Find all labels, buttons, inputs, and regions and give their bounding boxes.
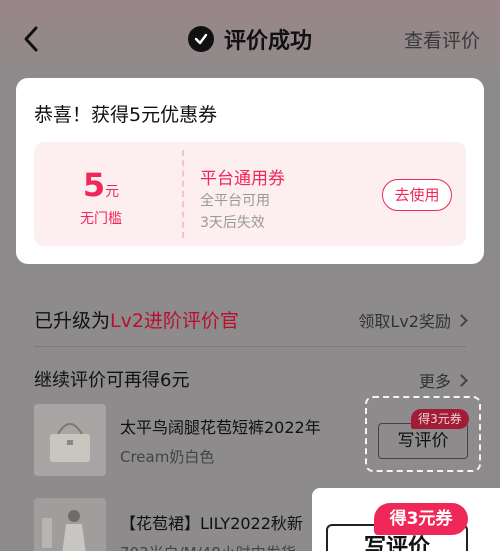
coupon-reward-badge: 得3元券 — [411, 409, 469, 429]
coupon-name: 平台通用券 — [200, 169, 285, 189]
coupon-reward-card: 恭喜！获得5元优惠券 5元 无门槛 平台通用券 全平台可用 3天后失效 去使用 — [16, 78, 484, 264]
product-thumbnail-dress[interactable] — [34, 498, 106, 551]
coupon-scope: 全平台可用 — [200, 193, 270, 209]
coupon-amount: 5元 — [34, 166, 168, 204]
coupon-amount-unit: 元 — [105, 184, 120, 200]
reviewer-level-text: 已升级为Lv2进阶评价官 — [34, 306, 239, 333]
more-label: 更多 — [418, 372, 451, 391]
page-title: 评价成功 — [224, 29, 313, 54]
continue-review-title: 继续评价可再得6元 — [34, 370, 190, 391]
product-spec: 703米白/M/48小时内发货 — [120, 542, 296, 551]
coupon-ticket: 5元 无门槛 平台通用券 全平台可用 3天后失效 去使用 — [34, 142, 466, 246]
section-divider — [34, 346, 466, 347]
top-navigation-bar: 评价成功 查看评价 — [0, 0, 500, 78]
check-circle-icon — [188, 26, 214, 52]
coupon-expiry: 3天后失效 — [200, 215, 265, 231]
coupon-reward-badge: 得3元券 — [374, 503, 468, 535]
level-name: Lv2进阶评价官 — [110, 310, 239, 332]
page-title-group: 评价成功 — [188, 24, 312, 54]
claim-reward-label: 领取Lv2奖励 — [358, 312, 451, 331]
view-review-link[interactable]: 查看评价 — [404, 26, 480, 53]
product-thumbnail-handbag[interactable] — [34, 404, 106, 476]
level-prefix: 已升级为 — [34, 310, 111, 332]
product-name[interactable]: 【花苞裙】LILY2022秋新 — [120, 510, 303, 534]
chevron-right-icon — [455, 374, 468, 387]
claim-reward-link[interactable]: 领取Lv2奖励 — [358, 308, 468, 332]
coupon-divider — [182, 150, 184, 238]
more-link[interactable]: 更多 — [418, 368, 468, 392]
coupon-amount-value: 5 — [82, 166, 106, 204]
product-spec: Cream奶白色 — [120, 448, 215, 466]
back-arrow-icon[interactable] — [20, 24, 44, 54]
use-coupon-button[interactable]: 去使用 — [382, 179, 452, 211]
congrats-text: 恭喜！获得5元优惠券 — [34, 104, 218, 126]
chevron-right-icon — [455, 314, 468, 327]
coupon-condition: 无门槛 — [80, 211, 122, 227]
product-name[interactable]: 太平鸟阔腿花苞短裤2022年 — [120, 414, 321, 438]
